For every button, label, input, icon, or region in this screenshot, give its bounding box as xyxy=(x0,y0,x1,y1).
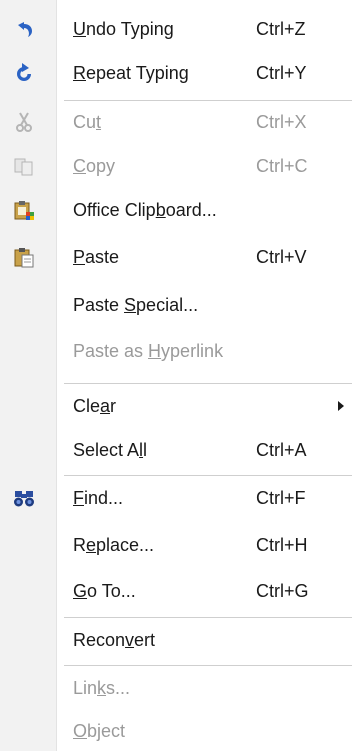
shortcut-text: Ctrl+Z xyxy=(256,18,306,39)
menu-item-label: Undo Typing xyxy=(73,18,174,39)
menu-item-find[interactable]: Find... Ctrl+F xyxy=(0,478,352,518)
menu-separator xyxy=(64,617,352,618)
menu-item-paste-special[interactable]: Paste Special... xyxy=(0,285,352,325)
menu-item-label: Paste xyxy=(73,246,120,267)
menu-separator xyxy=(64,100,352,101)
paste-icon xyxy=(12,245,36,269)
menu-item-label: Links... xyxy=(73,677,131,698)
menu-item-reconvert[interactable]: Reconvert xyxy=(0,620,352,660)
menu-item-links[interactable]: Links... xyxy=(0,668,352,708)
menu-item-object[interactable]: Object xyxy=(0,711,352,751)
office-clipboard-icon xyxy=(12,198,36,222)
copy-icon xyxy=(12,154,36,178)
menu-separator xyxy=(64,665,352,666)
find-binoculars-icon xyxy=(12,486,36,510)
menu-item-label: Go To... xyxy=(73,580,136,601)
menu-item-select-all[interactable]: Select All Ctrl+A xyxy=(0,430,352,470)
menu-separator xyxy=(64,383,352,384)
menu-item-label: Paste Special... xyxy=(73,294,199,315)
shortcut-text: Ctrl+X xyxy=(256,111,307,132)
shortcut-text: Ctrl+A xyxy=(256,439,307,460)
undo-icon xyxy=(12,17,36,41)
shortcut-text: Ctrl+V xyxy=(256,246,307,267)
menu-item-repeat-typing[interactable]: Repeat Typing Ctrl+Y xyxy=(0,53,352,93)
scissors-icon xyxy=(12,110,36,134)
menu-item-label: Paste as Hyperlink xyxy=(73,340,224,361)
menu-item-replace[interactable]: Replace... Ctrl+H xyxy=(0,525,352,565)
menu-separator xyxy=(64,475,352,476)
menu-item-cut[interactable]: Cut Ctrl+X xyxy=(0,102,352,142)
menu-item-label: Repeat Typing xyxy=(73,62,189,83)
shortcut-text: Ctrl+F xyxy=(256,487,306,508)
repeat-icon xyxy=(12,61,36,85)
shortcut-text: Ctrl+H xyxy=(256,534,308,555)
menu-item-label: Replace... xyxy=(73,534,155,555)
menu-item-paste-as-hyperlink[interactable]: Paste as Hyperlink xyxy=(0,331,352,371)
menu-item-label: Cut xyxy=(73,111,102,132)
menu-item-label: Find... xyxy=(73,487,124,508)
menu-item-clear[interactable]: Clear xyxy=(0,386,352,426)
menu-item-label: Object xyxy=(73,720,126,741)
shortcut-text: Ctrl+Y xyxy=(256,62,307,83)
menu-item-office-clipboard[interactable]: Office Clipboard... xyxy=(0,190,352,230)
menu-item-label: Copy xyxy=(73,155,116,176)
menu-item-paste[interactable]: Paste Ctrl+V xyxy=(0,237,352,277)
menu-item-go-to[interactable]: Go To... Ctrl+G xyxy=(0,571,352,611)
shortcut-text: Ctrl+G xyxy=(256,580,309,601)
menu-item-label: Select All xyxy=(73,439,148,460)
menu-item-copy[interactable]: Copy Ctrl+C xyxy=(0,146,352,186)
menu-item-label: Reconvert xyxy=(73,629,156,650)
edit-context-menu: Undo Typing Ctrl+Z Repeat Typing Ctrl+Y … xyxy=(0,0,352,751)
shortcut-text: Ctrl+C xyxy=(256,155,308,176)
submenu-arrow-icon xyxy=(338,401,344,411)
menu-item-label: Clear xyxy=(73,395,117,416)
menu-item-label: Office Clipboard... xyxy=(73,199,217,220)
menu-item-undo-typing[interactable]: Undo Typing Ctrl+Z xyxy=(0,9,352,49)
